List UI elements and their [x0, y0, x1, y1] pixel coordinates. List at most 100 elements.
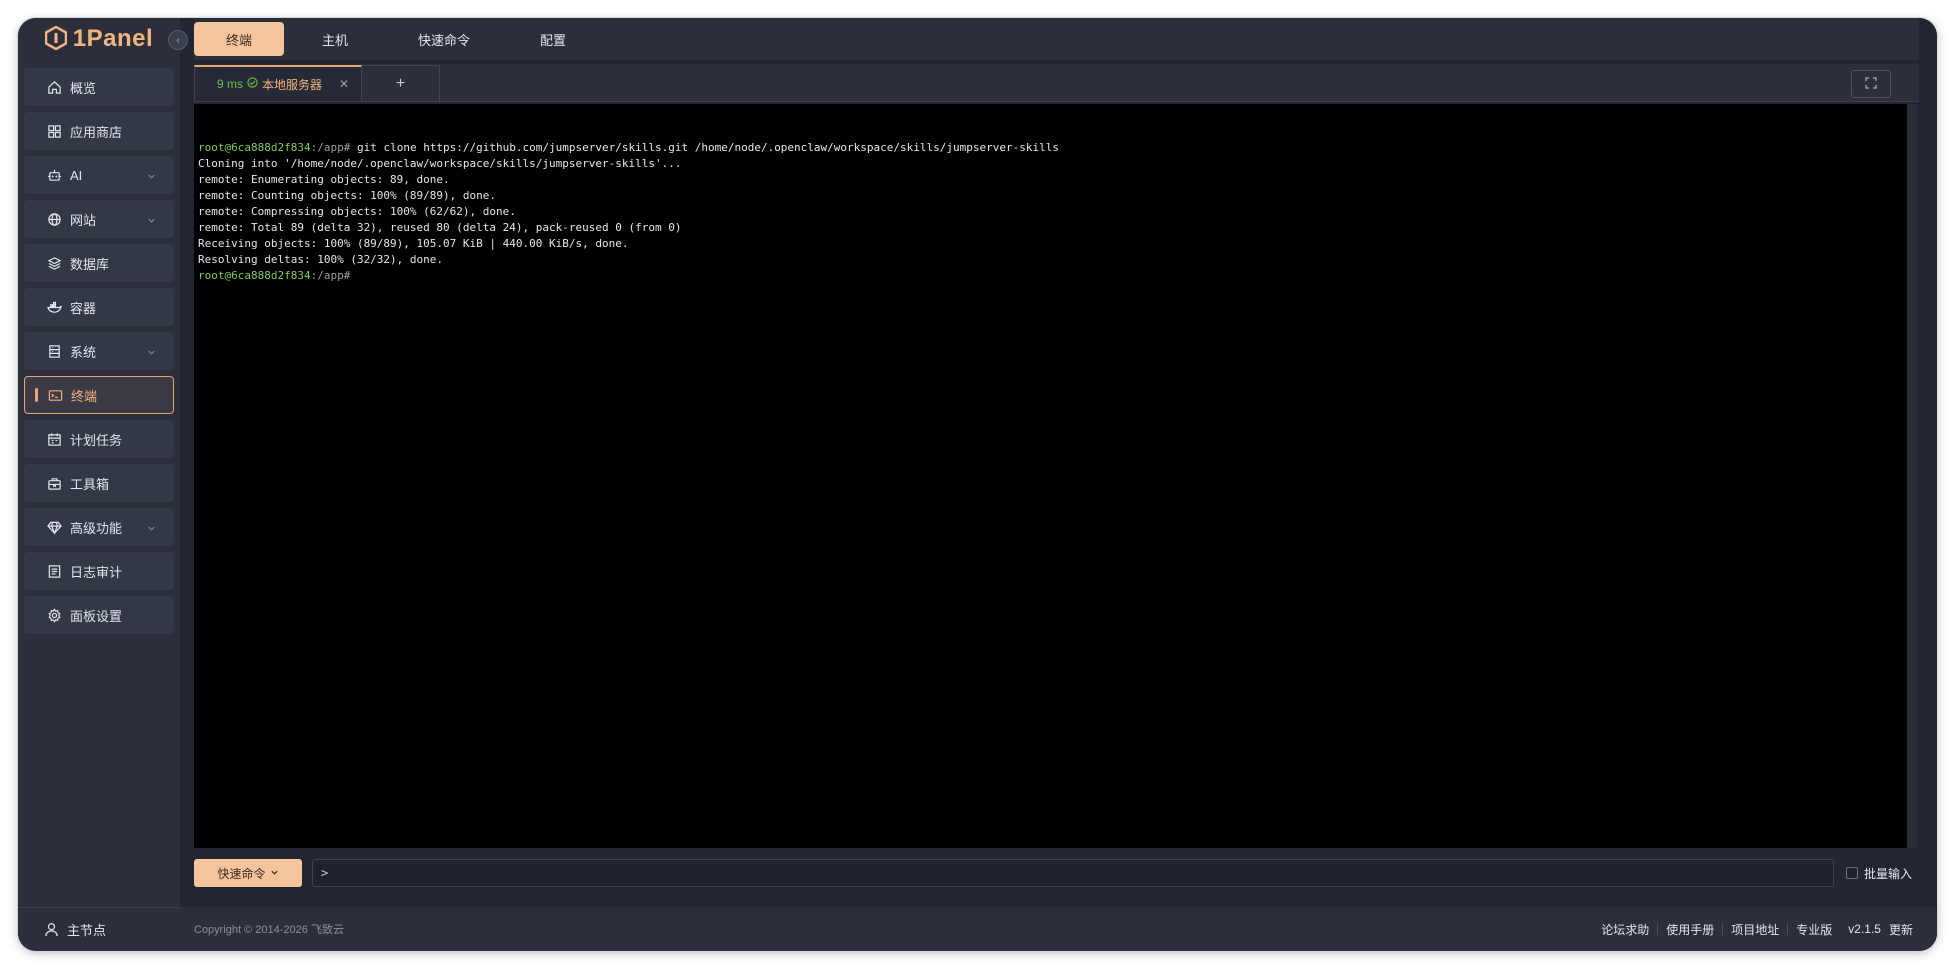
terminal-line: Cloning into '/home/node/.openclaw/works…: [198, 156, 1913, 172]
hexagon-logo-icon: [44, 25, 68, 53]
session-tab-bar: 9 ms 本地服务器 ✕ +: [194, 64, 1919, 102]
calendar-icon: [46, 431, 62, 447]
quick-command-label: 快速命令: [217, 866, 266, 881]
batch-input-toggle[interactable]: 批量输入: [1846, 865, 1912, 882]
expand-icon: [1865, 76, 1877, 92]
sidebar-item-10[interactable]: 高级功能: [24, 508, 174, 546]
chevron-down-icon: [147, 213, 156, 228]
sidebar-item-8[interactable]: 计划任务: [24, 420, 174, 458]
close-icon[interactable]: ✕: [339, 77, 349, 91]
add-session-button[interactable]: +: [362, 65, 440, 101]
terminal-line: remote: Counting objects: 100% (89/89), …: [198, 188, 1913, 204]
docker-icon: [46, 299, 62, 315]
sidebar-collapse-button[interactable]: ‹: [168, 30, 188, 50]
sidebar-item-5[interactable]: 容器: [24, 288, 174, 326]
terminal-line: remote: Compressing objects: 100% (62/62…: [198, 204, 1913, 220]
sidebar-menu: 概览应用商店 AI 网站数据库容器系统终端计划任务工具箱高级功能日志审计面板设置: [24, 68, 174, 640]
sidebar-item-3[interactable]: 网站: [24, 200, 174, 238]
prompt-path: :/app#: [310, 269, 351, 282]
sidebar-item-label: 网站: [70, 212, 97, 228]
sidebar-item-label: 终端: [71, 388, 98, 404]
top-nav: 终端 主机 快速命令 配置: [194, 18, 1919, 60]
sidebar-item-label: 系统: [70, 344, 97, 360]
sidebar-item-label: 容器: [70, 300, 97, 316]
line-text: remote: Compressing objects: 100% (62/62…: [198, 205, 516, 218]
robot-icon: [46, 167, 62, 183]
sidebar-item-4[interactable]: 数据库: [24, 244, 174, 282]
latency-label: 9 ms: [217, 77, 244, 91]
line-text: remote: Enumerating objects: 89, done.: [198, 173, 450, 186]
chevron-down-icon: [147, 169, 156, 184]
sidebar-item-9[interactable]: 工具箱: [24, 464, 174, 502]
session-tab-local-server[interactable]: 9 ms 本地服务器 ✕: [194, 65, 362, 101]
app-window: 1Panel ‹ 概览 应用商店 AI 网站 数据库 容器 系统 终端 计划任务 工具箱 高级功能日…: [18, 18, 1937, 951]
diamond-icon: [46, 519, 62, 535]
manual-link[interactable]: 使用手册: [1658, 921, 1722, 938]
logo-text: 1Panel: [72, 25, 154, 52]
update-link[interactable]: 更新: [1881, 921, 1921, 938]
tab-quick-commands[interactable]: 快速命令: [386, 22, 502, 56]
fullscreen-button[interactable]: [1851, 70, 1891, 98]
sidebar-item-label: 工具箱: [70, 476, 110, 492]
project-link[interactable]: 项目地址: [1723, 921, 1787, 938]
gear-icon: [46, 607, 62, 623]
sidebar-item-label: 高级功能: [70, 520, 123, 536]
sidebar-item-label: 面板设置: [70, 608, 123, 624]
line-text: Receiving objects: 100% (89/89), 105.07 …: [198, 237, 629, 250]
footer: Copyright © 2014-2026 飞致云 论坛求助 使用手册 项目地址…: [180, 907, 1937, 951]
prompt-user: root@6ca888d2f834: [198, 269, 311, 282]
chevron-down-icon: [147, 521, 156, 536]
line-text: Cloning into '/home/node/.openclaw/works…: [198, 157, 682, 170]
prompt-path: :/app#: [310, 141, 351, 154]
sidebar-item-1[interactable]: 应用商店: [24, 112, 174, 150]
sidebar-item-label: 数据库: [70, 256, 110, 272]
sidebar-item-label: 应用商店: [70, 124, 123, 140]
sidebar-item-6[interactable]: 系统: [24, 332, 174, 370]
sidebar-item-label: 计划任务: [70, 432, 123, 448]
command-bar: 快速命令 > 批量输入: [194, 854, 1919, 892]
forum-link[interactable]: 论坛求助: [1593, 921, 1657, 938]
layers-icon: [46, 255, 62, 271]
log-icon: [46, 563, 62, 579]
node-selector[interactable]: 主节点: [18, 907, 180, 951]
sidebar-item-12[interactable]: 面板设置: [24, 596, 174, 634]
line-text: git clone https://github.com/jumpserver/…: [350, 141, 1059, 154]
quick-command-button[interactable]: 快速命令: [194, 859, 302, 887]
sidebar-item-2[interactable]: AI: [24, 156, 174, 194]
sidebar-item-label: 日志审计: [70, 564, 123, 580]
batch-input-checkbox[interactable]: [1846, 867, 1858, 879]
home-icon: [46, 79, 62, 95]
tab-hosts[interactable]: 主机: [290, 22, 380, 56]
sidebar-item-0[interactable]: 概览: [24, 68, 174, 106]
grid-icon: [46, 123, 62, 139]
sidebar-item-label: 概览: [70, 80, 97, 96]
tab-terminal[interactable]: 终端: [194, 22, 285, 56]
terminal-line: remote: Enumerating objects: 89, done.: [198, 172, 1913, 188]
terminal-output[interactable]: root@6ca888d2f834:/app# git clone https:…: [194, 104, 1917, 848]
check-circle-icon: [247, 77, 258, 91]
chevron-down-icon: [270, 866, 279, 880]
logo[interactable]: 1Panel: [18, 18, 180, 60]
sidebar: 1Panel ‹ 概览应用商店 AI 网站数据库容器系统终端计划任务工具箱高级功能日…: [18, 18, 188, 951]
sidebar-item-11[interactable]: 日志审计: [24, 552, 174, 590]
copyright: Copyright © 2014-2026 飞致云: [194, 924, 344, 936]
node-label: 主节点: [67, 923, 107, 938]
sidebar-item-label: AI: [70, 167, 83, 183]
batch-input-label: 批量输入: [1864, 866, 1913, 881]
terminal-scrollbar[interactable]: [1907, 104, 1917, 848]
command-input[interactable]: >: [312, 859, 1834, 887]
chevron-down-icon: [147, 345, 156, 360]
edition-badge: 专业版: [1796, 922, 1833, 937]
line-text: remote: Counting objects: 100% (89/89), …: [198, 189, 497, 202]
session-host-label: 本地服务器: [262, 77, 323, 92]
version-label: v2.1.5: [1848, 922, 1881, 936]
prompt-user: root@6ca888d2f834: [198, 141, 311, 154]
line-text: Resolving deltas: 100% (32/32), done.: [198, 253, 444, 266]
terminal-line: Resolving deltas: 100% (32/32), done.: [198, 252, 1913, 268]
user-icon: [44, 922, 59, 937]
globe-icon: [46, 211, 62, 227]
terminal-line: root@6ca888d2f834:/app# git clone https:…: [198, 140, 1913, 156]
tab-config[interactable]: 配置: [508, 22, 598, 56]
terminal-line: root@6ca888d2f834:/app#: [198, 268, 1913, 284]
sidebar-item-7[interactable]: 终端: [24, 376, 174, 414]
